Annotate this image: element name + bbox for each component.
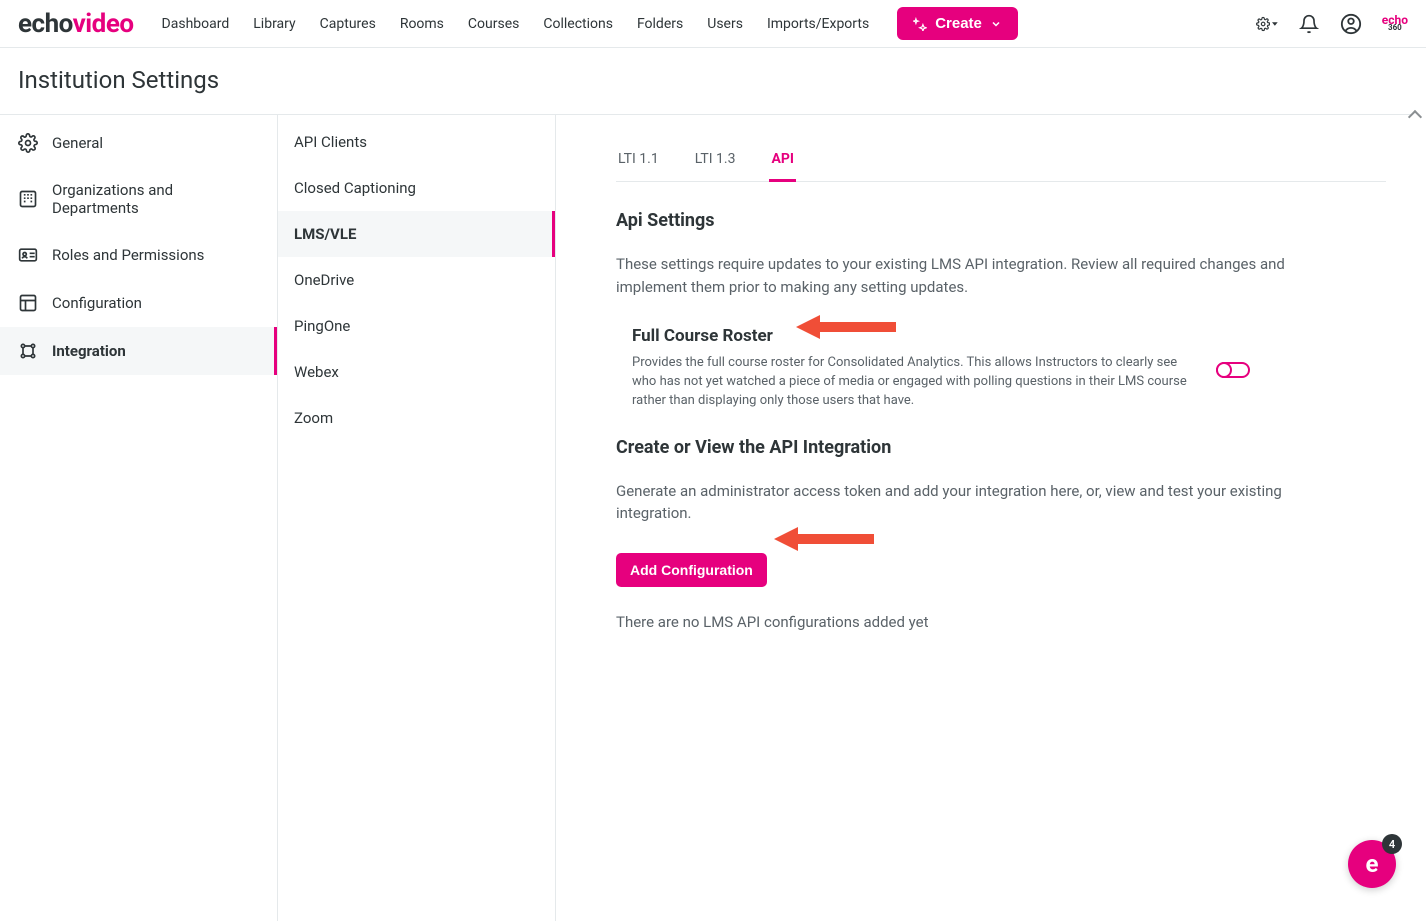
- settings-nav-integration[interactable]: Integration: [0, 327, 277, 375]
- page-title-bar: Institution Settings: [0, 48, 1426, 115]
- brand-part1: echo: [18, 9, 73, 39]
- settings-nav-label: Organizations and Departments: [52, 181, 259, 217]
- full-course-roster-toggle[interactable]: [1216, 362, 1250, 378]
- bell-icon[interactable]: [1298, 13, 1320, 35]
- create-view-heading: Create or View the API Integration: [616, 437, 1386, 458]
- nav-collections[interactable]: Collections: [543, 16, 613, 32]
- brand-logo[interactable]: echovideo: [18, 9, 134, 39]
- nav-rooms[interactable]: Rooms: [400, 16, 444, 32]
- full-course-roster-label: Full Course Roster: [632, 326, 1196, 346]
- settings-nav-config[interactable]: Configuration: [0, 279, 277, 327]
- nav-library[interactable]: Library: [253, 16, 295, 32]
- create-view-desc: Generate an administrator access token a…: [616, 480, 1316, 525]
- layout-icon: [18, 293, 38, 313]
- brand-part2: video: [73, 9, 134, 39]
- chat-bubble-button[interactable]: e 4: [1348, 840, 1396, 888]
- sparkle-icon: [913, 17, 927, 31]
- scrollbar[interactable]: [1412, 110, 1426, 918]
- settings-nav-label: Configuration: [52, 294, 142, 312]
- subnav-zoom[interactable]: Zoom: [278, 395, 555, 441]
- nav-links: Dashboard Library Captures Rooms Courses…: [162, 16, 870, 32]
- no-config-message: There are no LMS API configurations adde…: [616, 613, 1386, 631]
- nav-folders[interactable]: Folders: [637, 16, 683, 32]
- chat-bubble-icon: e: [1366, 850, 1379, 878]
- subnav-lms-vle[interactable]: LMS/VLE: [278, 211, 555, 257]
- gear-icon: [18, 133, 38, 153]
- settings-nav: General Organizations and Departments Ro…: [0, 115, 278, 921]
- nav-dashboard[interactable]: Dashboard: [162, 16, 230, 32]
- settings-nav-roles[interactable]: Roles and Permissions: [0, 231, 277, 279]
- settings-nav-orgs[interactable]: Organizations and Departments: [0, 167, 277, 231]
- settings-nav-label: General: [52, 134, 103, 152]
- building-icon: [18, 189, 38, 209]
- api-settings-intro: These settings require updates to your e…: [616, 253, 1316, 298]
- toggle-knob-icon: [1216, 362, 1232, 378]
- topnav-icons: echo 360: [1256, 13, 1408, 35]
- main-panel: LTI 1.1 LTI 1.3 API Api Settings These s…: [556, 115, 1426, 921]
- integration-subnav: API Clients Closed Captioning LMS/VLE On…: [278, 115, 556, 921]
- nav-users[interactable]: Users: [707, 16, 743, 32]
- create-label: Create: [935, 15, 982, 32]
- top-nav: echovideo Dashboard Library Captures Roo…: [0, 0, 1426, 48]
- subnav-api-clients[interactable]: API Clients: [278, 119, 555, 165]
- page-title: Institution Settings: [18, 66, 1408, 94]
- chat-badge: 4: [1382, 834, 1402, 854]
- subnav-onedrive[interactable]: OneDrive: [278, 257, 555, 303]
- full-course-roster-text: Full Course Roster Provides the full cou…: [616, 326, 1196, 411]
- settings-dropdown-icon[interactable]: [1256, 13, 1278, 35]
- integration-icon: [18, 341, 38, 361]
- nav-imports-exports[interactable]: Imports/Exports: [767, 16, 869, 32]
- add-configuration-button[interactable]: Add Configuration: [616, 553, 767, 587]
- arrow-annotation-add-config: [774, 523, 874, 555]
- account-icon[interactable]: [1340, 13, 1362, 35]
- tab-lti13[interactable]: LTI 1.3: [693, 139, 738, 181]
- settings-nav-label: Integration: [52, 342, 126, 360]
- nav-captures[interactable]: Captures: [320, 16, 376, 32]
- api-settings-heading: Api Settings: [616, 210, 1386, 231]
- nav-courses[interactable]: Courses: [468, 16, 519, 32]
- full-course-roster-row: Full Course Roster Provides the full cou…: [616, 326, 1386, 411]
- lms-tabs: LTI 1.1 LTI 1.3 API: [616, 139, 1386, 182]
- id-card-icon: [18, 245, 38, 265]
- echo360-logo[interactable]: echo 360: [1382, 16, 1408, 32]
- create-button[interactable]: Create: [897, 7, 1018, 40]
- settings-nav-general[interactable]: General: [0, 119, 277, 167]
- subnav-pingone[interactable]: PingOne: [278, 303, 555, 349]
- caret-down-icon: [1272, 21, 1278, 27]
- chevron-down-icon: [990, 18, 1002, 30]
- tab-api[interactable]: API: [769, 139, 796, 181]
- content-columns: General Organizations and Departments Ro…: [0, 115, 1426, 921]
- subnav-webex[interactable]: Webex: [278, 349, 555, 395]
- settings-nav-label: Roles and Permissions: [52, 246, 204, 264]
- full-course-roster-help: Provides the full course roster for Cons…: [632, 354, 1196, 411]
- subnav-closed-captioning[interactable]: Closed Captioning: [278, 165, 555, 211]
- tab-lti11[interactable]: LTI 1.1: [616, 139, 661, 181]
